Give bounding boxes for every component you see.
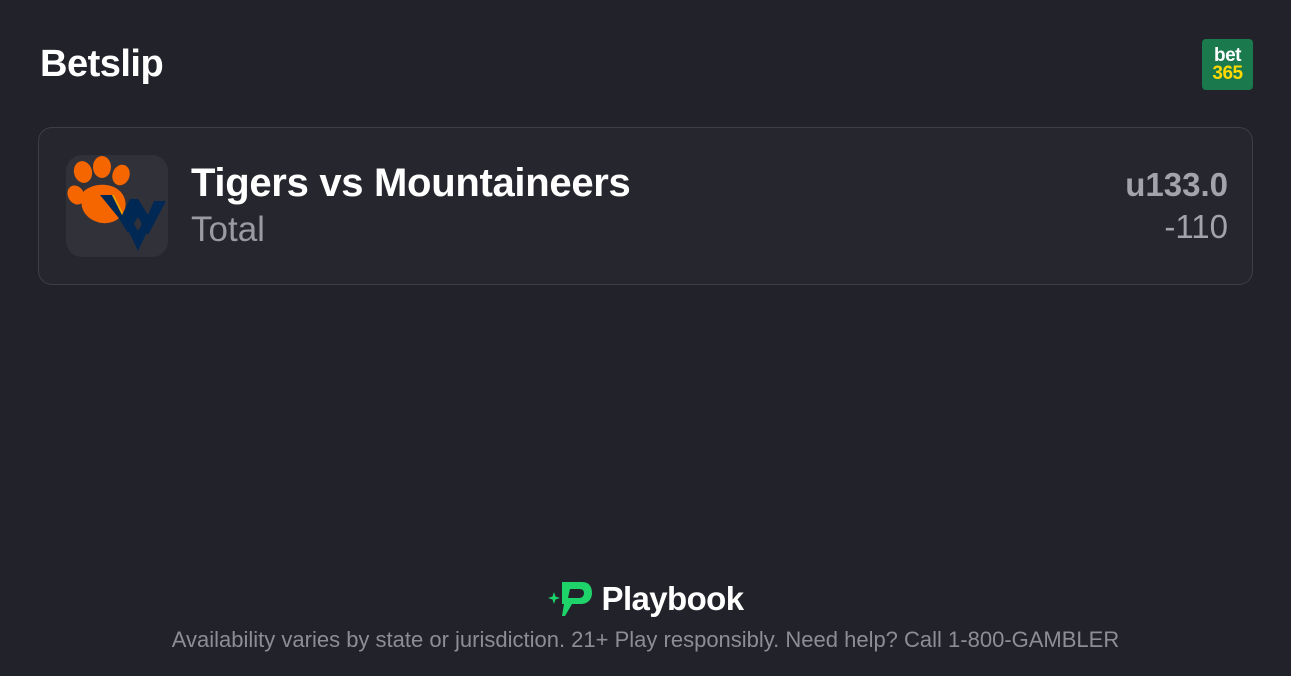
team-logos-icon [67,156,166,251]
matchup-name: Tigers vs Mountaineers [191,161,631,205]
bet365-logo-text-top: bet [1214,44,1242,66]
betslip-page: Betslip bet 365 Tigers vs Mountaineers T… [0,0,1291,676]
bet365-logo: bet 365 [1202,38,1253,90]
bet-odds: u133.0 -110 [1125,166,1228,246]
header: Betslip bet 365 [40,38,1253,90]
playbook-logo-icon [547,580,594,618]
bet365-logo-text-bottom: 365 [1212,62,1243,84]
matchup-logo [66,155,168,257]
bet-line: u133.0 [1125,166,1228,203]
bet-info: Tigers vs Mountaineers Total [191,161,631,250]
playbook-brand-name: Playbook [601,580,745,617]
market-type: Total [191,210,265,249]
responsible-gaming-disclaimer: Availability varies by state or jurisdic… [171,627,1120,652]
bet-card[interactable]: Tigers vs Mountaineers Total u133.0 -110 [38,127,1253,285]
wv-flying-wv-icon [100,195,166,251]
footer: Playbook Availability varies by state or… [0,580,1291,653]
bet-price: -110 [1164,208,1228,245]
page-title: Betslip [40,42,164,85]
playbook-brand: Playbook [547,580,745,618]
